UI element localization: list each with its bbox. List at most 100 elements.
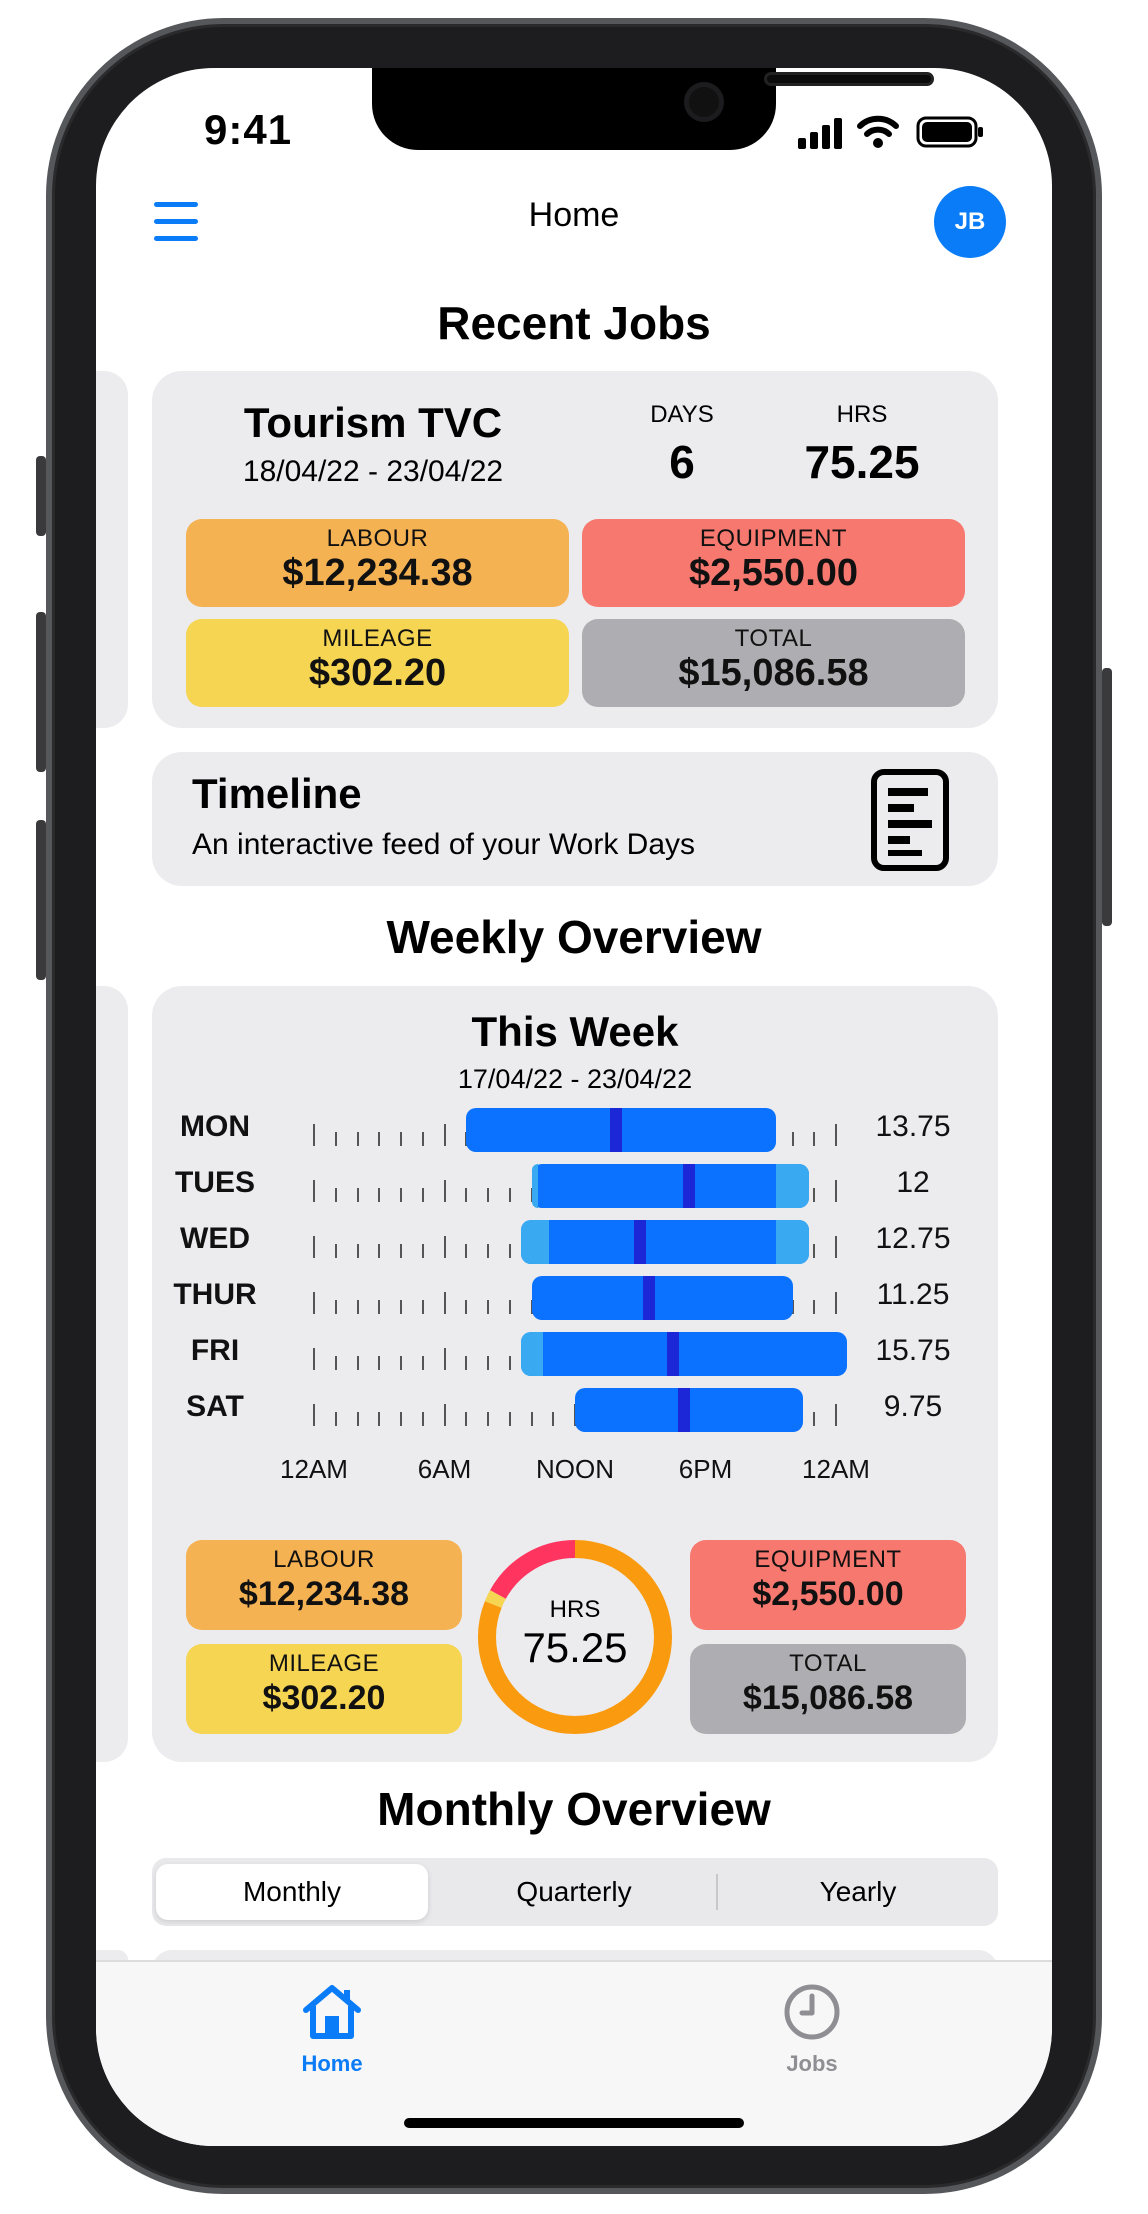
front-camera — [684, 82, 724, 122]
recent-jobs-heading: Recent Jobs — [437, 297, 711, 349]
time-tick — [313, 1236, 315, 1258]
day-hours-bar[interactable] — [520, 1220, 809, 1264]
time-tick — [400, 1356, 402, 1370]
time-tick — [400, 1132, 402, 1146]
time-tick — [813, 1244, 816, 1258]
tab-home[interactable]: Home — [252, 1982, 412, 2077]
day-label-mon: MON — [180, 1110, 250, 1143]
time-tick — [421, 1300, 424, 1314]
weekly-equipment-value: $2,550.00 — [752, 1575, 904, 1613]
total-pill: TOTAL $15,086.58 — [582, 619, 965, 707]
weekly-labour-value: $12,234.38 — [238, 1575, 410, 1613]
time-tick — [400, 1300, 402, 1314]
day-hours-bar[interactable] — [466, 1108, 777, 1152]
overtime-segment — [776, 1164, 809, 1208]
time-tick — [508, 1412, 511, 1426]
ring-label: HRS — [549, 1596, 601, 1623]
house-icon — [303, 1985, 361, 2039]
days-value: 6 — [669, 436, 695, 488]
weekly-total-label: TOTAL — [789, 1650, 867, 1677]
time-tick — [791, 1132, 794, 1146]
day-hours-value: 11.25 — [876, 1278, 950, 1311]
day-label-wed: WED — [180, 1222, 250, 1255]
time-tick — [443, 1124, 446, 1146]
day-midpoint-marker — [677, 1388, 690, 1432]
day-midpoint-marker — [666, 1332, 679, 1376]
time-tick — [356, 1188, 359, 1202]
tab-jobs-label: Jobs — [786, 2051, 838, 2076]
previous-week-card-peek[interactable] — [96, 986, 128, 1762]
recent-job-card[interactable]: Tourism TVC 18/04/22 - 23/04/22 DAYS 6 H… — [152, 371, 998, 728]
day-hours-value: 12.75 — [875, 1222, 951, 1255]
avatar[interactable]: JB — [934, 186, 1006, 258]
time-tick — [443, 1348, 446, 1370]
time-axis-label: 12AM — [802, 1454, 870, 1484]
time-tick — [313, 1180, 315, 1202]
time-tick — [835, 1180, 837, 1202]
segment-yearly[interactable]: Yearly — [722, 1864, 994, 1920]
weekly-card[interactable]: This Week 17/04/22 - 23/04/22 MON 13.75 TU… — [152, 986, 998, 1762]
overtime-segment — [520, 1332, 544, 1376]
weekly-total-pill: TOTAL $15,086.58 — [690, 1644, 966, 1734]
time-tick — [813, 1412, 816, 1426]
day-hours-value: 9.75 — [883, 1390, 943, 1423]
timeline-document-icon — [871, 769, 949, 871]
weekly-mileage-pill: MILEAGE $302.20 — [186, 1644, 462, 1734]
weekly-mileage-label: MILEAGE — [268, 1650, 380, 1677]
day-hours-bar[interactable] — [575, 1388, 804, 1432]
job-dates: 18/04/22 - 23/04/22 — [242, 455, 504, 488]
time-tick — [313, 1348, 315, 1370]
time-tick — [508, 1188, 511, 1202]
time-tick — [313, 1292, 315, 1314]
time-tick — [378, 1412, 381, 1426]
hrs-value: 75.25 — [804, 436, 920, 488]
labour-label: LABOUR — [326, 525, 429, 552]
time-tick — [443, 1180, 446, 1202]
time-tick — [313, 1404, 315, 1426]
weekly-labour-pill: LABOUR $12,234.38 — [186, 1540, 462, 1630]
segment-quarterly[interactable]: Quarterly — [438, 1864, 710, 1920]
home-indicator — [404, 2118, 744, 2128]
week-hours-chart: MON 13.75 TUES 12 WED 12.75 THUR 11.25 FRI 15.75 S… — [152, 986, 998, 1496]
volume-down-button — [36, 820, 46, 980]
weekly-labour-label: LABOUR — [273, 1546, 375, 1573]
weekly-mileage-value: $302.20 — [262, 1679, 386, 1717]
day-midpoint-marker — [610, 1108, 623, 1152]
time-tick — [356, 1412, 359, 1426]
time-tick — [400, 1244, 402, 1258]
page-title: Home — [528, 196, 620, 234]
equipment-label: EQUIPMENT — [699, 525, 848, 552]
time-tick — [835, 1236, 837, 1258]
time-tick — [443, 1292, 446, 1314]
time-tick — [443, 1236, 446, 1258]
timeline-subtitle: An interactive feed of your Work Days — [192, 828, 695, 861]
mileage-pill: MILEAGE $302.20 — [186, 619, 569, 707]
day-midpoint-marker — [634, 1220, 647, 1264]
day-hours-bar[interactable] — [520, 1332, 847, 1376]
time-tick — [334, 1412, 337, 1426]
time-tick — [378, 1132, 381, 1146]
tab-jobs[interactable]: Jobs — [732, 1982, 892, 2077]
time-tick — [378, 1356, 381, 1370]
time-tick — [465, 1356, 468, 1370]
mileage-value: $302.20 — [308, 652, 447, 694]
monthly-overview-heading: Monthly Overview — [377, 1783, 771, 1835]
previous-job-card-peek[interactable] — [96, 371, 128, 728]
power-button — [1102, 668, 1112, 926]
cellular-signal-icon — [798, 118, 842, 149]
day-label-tues: TUES — [174, 1166, 255, 1199]
day-hours-bar[interactable] — [531, 1276, 793, 1320]
day-label-thur: THUR — [173, 1278, 257, 1311]
time-tick — [465, 1244, 468, 1258]
segment-monthly[interactable]: Monthly — [156, 1864, 428, 1920]
weekly-equipment-label: EQUIPMENT — [754, 1546, 902, 1573]
time-tick — [378, 1244, 381, 1258]
overtime-segment — [520, 1220, 549, 1264]
time-tick — [356, 1300, 359, 1314]
time-tick — [487, 1244, 489, 1258]
day-hours-value: 15.75 — [875, 1334, 951, 1367]
labour-pill: LABOUR $12,234.38 — [186, 519, 569, 607]
day-hours-bar[interactable] — [531, 1164, 809, 1208]
timeline-card[interactable]: Timeline An interactive feed of your Wor… — [152, 752, 998, 886]
period-segmented-control[interactable]: Monthly Quarterly Yearly — [152, 1858, 998, 1926]
